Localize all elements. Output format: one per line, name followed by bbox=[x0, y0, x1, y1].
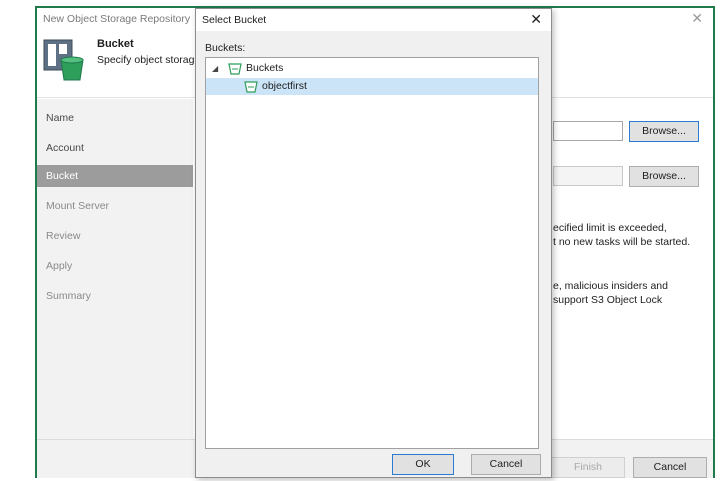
immutability-description-line-1: e, malicious insiders and bbox=[553, 280, 668, 292]
tree-node-objectfirst[interactable]: objectfirst bbox=[206, 78, 538, 95]
bucket-icon bbox=[228, 63, 242, 75]
immutability-description-line-2: support S3 Object Lock bbox=[553, 294, 663, 306]
nav-item-review: Review bbox=[46, 230, 81, 242]
nav-item-summary: Summary bbox=[46, 290, 91, 302]
select-bucket-dialog: Select Bucket ✕ Buckets: ◢ Buckets objec… bbox=[195, 8, 552, 478]
object-storage-bucket-icon bbox=[43, 39, 84, 81]
nav-item-name[interactable]: Name bbox=[37, 107, 193, 129]
nav-item-mount-server: Mount Server bbox=[46, 200, 110, 212]
browse-folder-button[interactable]: Browse... bbox=[629, 166, 699, 187]
dialog-title: Select Bucket bbox=[202, 14, 267, 26]
limit-description-line-2: t no new tasks will be started. bbox=[553, 236, 691, 248]
dialog-cancel-button[interactable]: Cancel bbox=[471, 454, 541, 475]
buckets-label: Buckets: bbox=[205, 42, 246, 54]
nav-item-bucket[interactable]: Bucket bbox=[37, 165, 193, 187]
dialog-titlebar: Select Bucket ✕ bbox=[196, 9, 551, 31]
nav-item-account[interactable]: Account bbox=[37, 137, 193, 159]
nav-item-apply: Apply bbox=[46, 260, 73, 272]
folder-input[interactable] bbox=[553, 166, 623, 186]
limit-description-line-1: ecified limit is exceeded, bbox=[553, 222, 667, 234]
tree-node-label: Buckets bbox=[246, 62, 284, 74]
tree-node-label: objectfirst bbox=[262, 80, 307, 92]
wizard-title: New Object Storage Repository bbox=[43, 13, 191, 25]
wizard-step-description: Specify object storage bbox=[97, 54, 201, 66]
bucket-input[interactable] bbox=[553, 121, 623, 141]
expand-arrow-icon[interactable]: ◢ bbox=[212, 60, 218, 77]
dialog-close-icon[interactable]: ✕ bbox=[530, 11, 542, 28]
browse-bucket-button[interactable]: Browse... bbox=[629, 121, 699, 142]
wizard-cancel-button[interactable]: Cancel bbox=[633, 457, 707, 478]
ok-button[interactable]: OK bbox=[392, 454, 454, 475]
wizard-close-icon[interactable]: ✕ bbox=[691, 10, 703, 27]
wizard-step-title: Bucket bbox=[97, 38, 134, 50]
finish-button[interactable]: Finish bbox=[551, 457, 625, 478]
bucket-tree[interactable]: ◢ Buckets objectfirst bbox=[205, 57, 539, 449]
bucket-icon bbox=[244, 81, 258, 93]
wizard-step-nav: Name Account Bucket Mount Server Review … bbox=[37, 99, 193, 439]
tree-node-buckets[interactable]: ◢ Buckets bbox=[206, 60, 538, 77]
